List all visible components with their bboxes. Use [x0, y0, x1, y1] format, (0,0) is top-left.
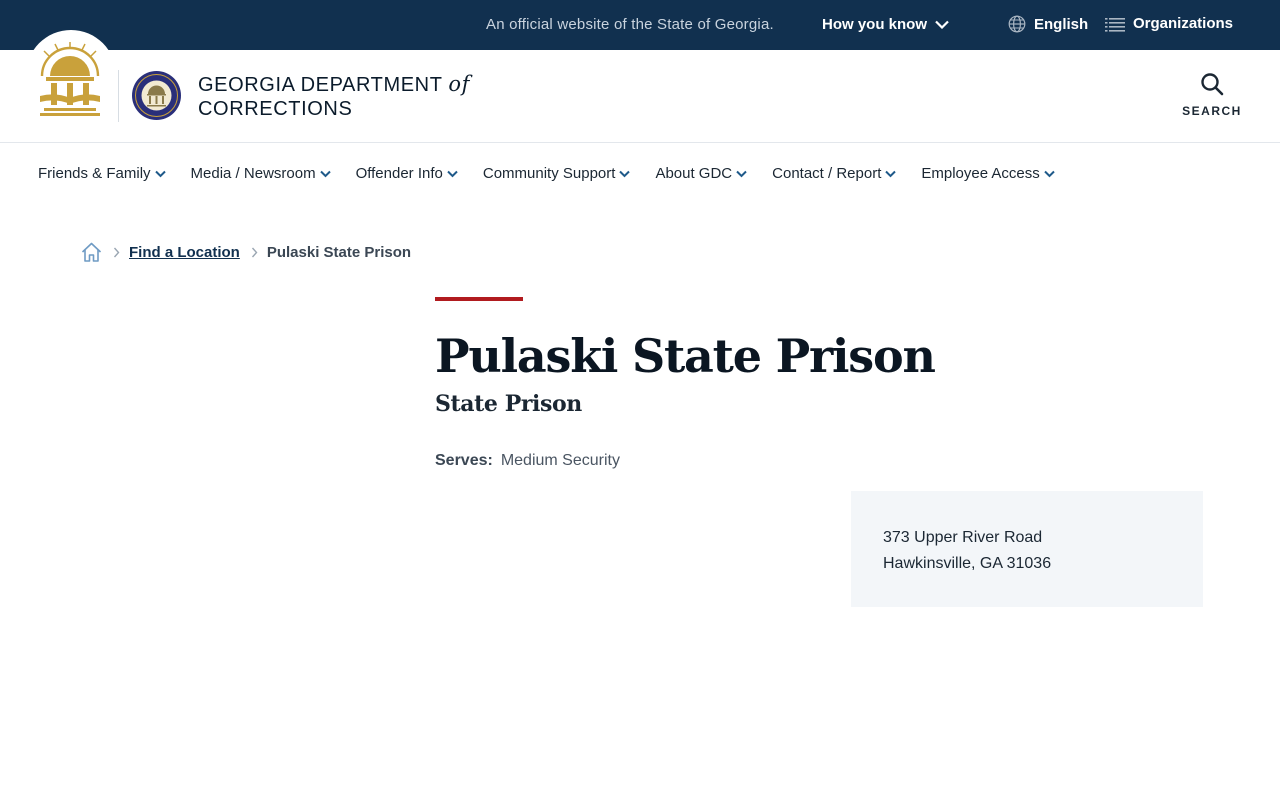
search-icon — [1201, 73, 1224, 96]
main-navigation: Friends & Family Media / Newsroom Offend… — [0, 143, 1280, 205]
search-label: SEARCH — [1182, 104, 1242, 118]
site-title-line2: CORRECTIONS — [198, 98, 353, 120]
nav-item-label: Community Support — [482, 165, 616, 182]
nav-item-label: Media / Newsroom — [190, 165, 316, 182]
serves-label: Serves: — [435, 452, 493, 469]
site-title-of: of — [448, 72, 470, 96]
chevron-down-icon — [619, 170, 631, 177]
search-button[interactable]: SEARCH — [1180, 72, 1244, 118]
nav-item-contact-report[interactable]: Contact / Report — [772, 165, 897, 182]
chevron-down-icon — [319, 170, 331, 177]
address-card: 373 Upper River Road Hawkinsville, GA 31… — [851, 491, 1203, 607]
list-icon — [1105, 17, 1125, 32]
official-site-banner: An official website of the State of Geor… — [0, 0, 1280, 50]
nav-item-community-support[interactable]: Community Support — [483, 165, 631, 182]
organizations-label: Organizations — [1133, 15, 1234, 32]
site-title[interactable]: GEORGIA DEPARTMENT of CORRECTIONS — [198, 72, 470, 121]
breadcrumb-current: Pulaski State Prison — [266, 243, 412, 261]
chevron-right-icon — [251, 247, 258, 258]
language-selector[interactable]: English — [1008, 15, 1088, 33]
official-website-text: An official website of the State of Geor… — [486, 16, 774, 33]
chevron-down-icon — [154, 170, 166, 177]
breadcrumb-home-link[interactable] — [81, 242, 102, 262]
how-you-know-toggle[interactable]: How you know — [822, 16, 949, 33]
breadcrumb: Find a Location Pulaski State Prison — [81, 242, 411, 262]
nav-item-label: About GDC — [655, 165, 733, 182]
title-accent-bar — [435, 297, 523, 301]
chevron-right-icon — [113, 247, 120, 258]
chevron-down-icon — [935, 20, 949, 29]
nav-item-friends-family[interactable]: Friends & Family — [38, 165, 166, 182]
nav-item-label: Friends & Family — [38, 165, 151, 182]
address-line1: 373 Upper River Road — [883, 529, 1043, 546]
how-you-know-label: How you know — [822, 16, 927, 33]
serves-row: Serves: Medium Security — [435, 452, 620, 470]
gdc-seal-icon[interactable] — [131, 70, 182, 121]
chevron-down-icon — [885, 170, 897, 177]
chevron-down-icon — [736, 170, 747, 177]
chevron-down-icon — [447, 170, 458, 177]
serves-value: Medium Security — [500, 452, 620, 469]
nav-item-offender-info[interactable]: Offender Info — [356, 165, 458, 182]
nav-item-media-newsroom[interactable]: Media / Newsroom — [191, 165, 331, 182]
page-title: Pulaski State Prison — [435, 329, 936, 383]
home-icon — [81, 242, 102, 262]
nav-item-label: Contact / Report — [772, 165, 882, 182]
nav-item-label: Offender Info — [355, 165, 443, 182]
nav-item-employee-access[interactable]: Employee Access — [921, 165, 1055, 182]
georgia-state-seal-icon[interactable] — [36, 40, 104, 118]
site-title-line1: GEORGIA DEPARTMENT of — [198, 72, 470, 97]
header-divider — [118, 70, 119, 122]
nav-item-about-gdc[interactable]: About GDC — [655, 165, 747, 182]
nav-item-label: Employee Access — [921, 165, 1040, 182]
organizations-link[interactable]: Organizations — [1105, 15, 1233, 32]
site-title-department: GEORGIA DEPARTMENT — [198, 74, 443, 96]
globe-icon — [1008, 15, 1026, 33]
chevron-down-icon — [1044, 170, 1055, 177]
site-header: GEORGIA DEPARTMENT of CORRECTIONS SEARCH — [0, 30, 1280, 143]
language-label: English — [1034, 15, 1089, 33]
page-subtitle: State Prison — [435, 391, 582, 417]
address-line2: Hawkinsville, GA 31036 — [883, 555, 1052, 572]
breadcrumb-find-a-location[interactable]: Find a Location — [129, 244, 240, 261]
